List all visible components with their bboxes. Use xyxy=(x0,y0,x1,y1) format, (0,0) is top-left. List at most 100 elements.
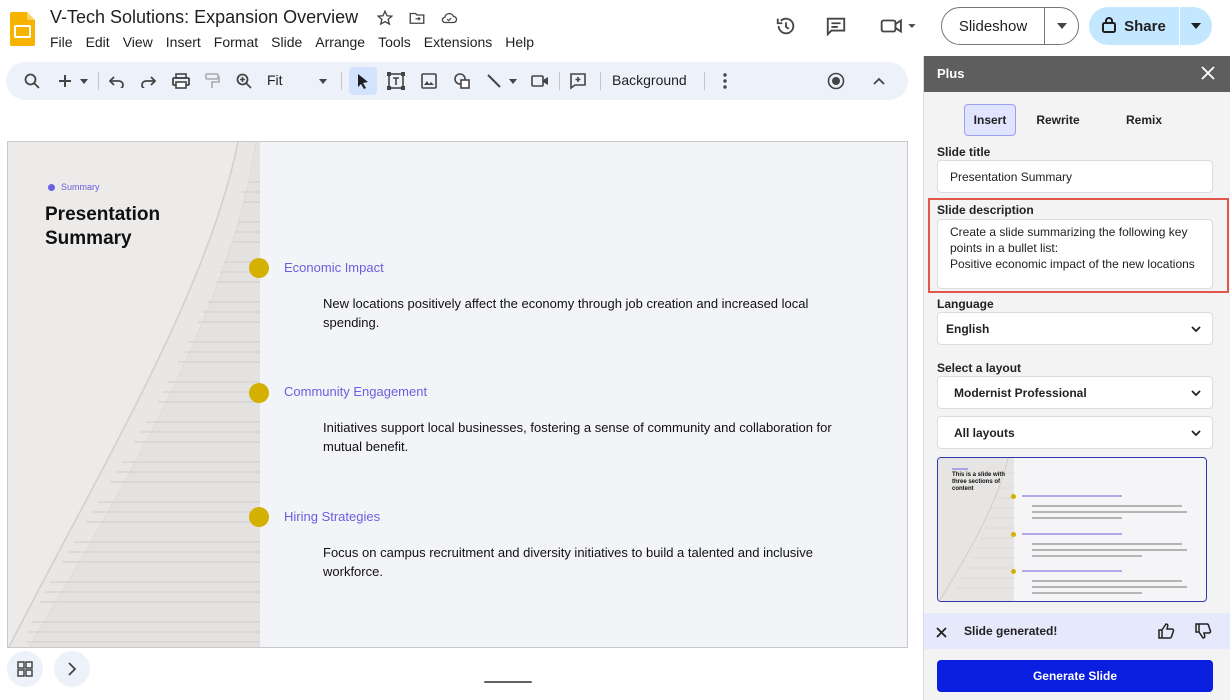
print-icon[interactable] xyxy=(170,70,192,92)
preview-text-line xyxy=(1032,543,1182,545)
menu-file[interactable]: File xyxy=(44,33,79,51)
insert-image-icon[interactable] xyxy=(418,70,440,92)
slideshow-dropdown-icon[interactable] xyxy=(1045,8,1078,44)
preview-heading-line xyxy=(1022,495,1122,497)
slideshow-button[interactable]: Slideshow xyxy=(942,8,1045,44)
slide-tag-label: Summary xyxy=(61,182,100,192)
section-body-community[interactable]: Initiatives support local businesses, fo… xyxy=(323,418,863,456)
move-to-folder-icon[interactable] xyxy=(407,8,427,28)
share-button-group: Share xyxy=(1089,7,1212,45)
document-title[interactable]: V-Tech Solutions: Expansion Overview xyxy=(50,7,358,28)
section-heading-community[interactable]: Community Engagement xyxy=(284,384,427,399)
section-body-economic[interactable]: New locations positively affect the econ… xyxy=(323,294,863,332)
preview-text-line xyxy=(1032,580,1182,582)
preview-bullet-icon xyxy=(1011,569,1016,574)
preview-text-line xyxy=(1032,505,1182,507)
redo-icon[interactable] xyxy=(137,70,159,92)
zoom-select[interactable]: Fit xyxy=(267,72,283,88)
dismiss-icon[interactable] xyxy=(936,625,948,638)
slide-canvas[interactable]: Summary Presentation Summary Economic Im… xyxy=(7,141,908,648)
slide-description-textarea[interactable]: Create a slide summarizing the following… xyxy=(937,219,1213,289)
plus-side-panel: Plus Insert Rewrite Remix Slide title Pr… xyxy=(923,56,1230,700)
layout-filter-select[interactable]: All layouts xyxy=(937,416,1213,449)
thumbs-up-icon[interactable] xyxy=(1157,622,1175,640)
search-menus-icon[interactable] xyxy=(21,70,43,92)
insert-video-icon[interactable] xyxy=(529,70,551,92)
add-comment-icon[interactable] xyxy=(567,70,589,92)
select-cursor-icon[interactable] xyxy=(349,67,377,95)
menu-slide[interactable]: Slide xyxy=(265,33,308,51)
menu-insert[interactable]: Insert xyxy=(160,33,207,51)
undo-icon[interactable] xyxy=(106,70,128,92)
meet-video-icon[interactable] xyxy=(877,14,923,38)
menu-view[interactable]: View xyxy=(117,33,159,51)
menu-bar: File Edit View Insert Format Slide Arran… xyxy=(44,33,541,51)
language-select[interactable]: English xyxy=(937,312,1213,345)
paint-format-icon[interactable] xyxy=(201,70,223,92)
new-slide-dropdown-icon[interactable] xyxy=(77,70,91,92)
share-dropdown-icon[interactable] xyxy=(1180,7,1212,45)
layout-select[interactable]: Modernist Professional xyxy=(937,376,1213,409)
speaker-notes-drag-handle[interactable] xyxy=(484,681,532,683)
lock-icon xyxy=(1102,16,1117,37)
slides-logo-icon[interactable] xyxy=(10,12,35,46)
expand-filmstrip-icon[interactable] xyxy=(54,651,90,687)
panel-tabs: Insert Rewrite Remix xyxy=(964,104,1164,136)
new-slide-icon[interactable] xyxy=(54,70,76,92)
layout-filter-value: All layouts xyxy=(954,426,1015,440)
thumbs-down-icon[interactable] xyxy=(1194,622,1212,640)
more-options-icon[interactable] xyxy=(714,70,736,92)
share-label: Share xyxy=(1124,17,1166,35)
preview-bullet-icon xyxy=(1011,494,1016,499)
generate-slide-button[interactable]: Generate Slide xyxy=(937,660,1213,692)
menu-edit[interactable]: Edit xyxy=(80,33,116,51)
background-button[interactable]: Background xyxy=(612,72,687,88)
preview-text-line xyxy=(1032,592,1142,594)
menu-help[interactable]: Help xyxy=(499,33,540,51)
zoom-icon[interactable] xyxy=(233,70,255,92)
toolbar: Fit Background xyxy=(6,62,908,100)
layout-label: Select a layout xyxy=(937,361,1022,375)
bullet-dot-icon xyxy=(249,258,269,278)
layout-preview-thumbnail[interactable]: This is a slide with three sections of c… xyxy=(937,457,1207,602)
slide-tag: Summary xyxy=(48,182,100,192)
tag-dot-icon xyxy=(48,183,55,191)
menu-arrange[interactable]: Arrange xyxy=(309,33,371,51)
slide-title-input[interactable]: Presentation Summary xyxy=(937,160,1213,193)
comments-icon[interactable] xyxy=(824,14,848,38)
text-box-icon[interactable] xyxy=(385,70,407,92)
star-icon[interactable] xyxy=(375,8,395,28)
cloud-saved-icon[interactable] xyxy=(439,8,459,28)
version-history-icon[interactable] xyxy=(774,14,798,38)
tab-remix[interactable]: Remix xyxy=(1124,104,1164,136)
slide-title[interactable]: Presentation Summary xyxy=(45,203,245,251)
zoom-dropdown-icon[interactable] xyxy=(316,70,330,92)
section-heading-hiring[interactable]: Hiring Strategies xyxy=(284,509,380,524)
preview-bullet-icon xyxy=(1011,532,1016,537)
chevron-down-icon xyxy=(1190,387,1202,399)
menu-extensions[interactable]: Extensions xyxy=(418,33,498,51)
collapse-toolbar-icon[interactable] xyxy=(868,70,890,92)
menu-tools[interactable]: Tools xyxy=(372,33,417,51)
line-icon[interactable] xyxy=(483,70,505,92)
preview-heading-line xyxy=(1022,533,1122,535)
preview-text-line xyxy=(1032,555,1142,557)
language-label: Language xyxy=(937,297,994,311)
close-icon[interactable] xyxy=(1201,66,1217,82)
share-button[interactable]: Share xyxy=(1089,7,1180,45)
slideshow-button-group: Slideshow xyxy=(941,7,1079,45)
bullet-dot-icon xyxy=(249,383,269,403)
tab-insert[interactable]: Insert xyxy=(964,104,1016,136)
grid-view-icon[interactable] xyxy=(7,651,43,687)
record-icon[interactable] xyxy=(825,70,847,92)
section-body-hiring[interactable]: Focus on campus recruitment and diversit… xyxy=(323,543,863,581)
preview-tag-line xyxy=(952,468,968,470)
section-heading-economic[interactable]: Economic Impact xyxy=(284,260,384,275)
shape-icon[interactable] xyxy=(451,70,473,92)
preview-text-line xyxy=(1032,586,1187,588)
menu-format[interactable]: Format xyxy=(208,33,264,51)
preview-title: This is a slide with three sections of c… xyxy=(952,472,1006,492)
tab-rewrite[interactable]: Rewrite xyxy=(1036,104,1079,136)
chevron-down-icon xyxy=(1190,323,1202,335)
line-dropdown-icon[interactable] xyxy=(506,70,520,92)
